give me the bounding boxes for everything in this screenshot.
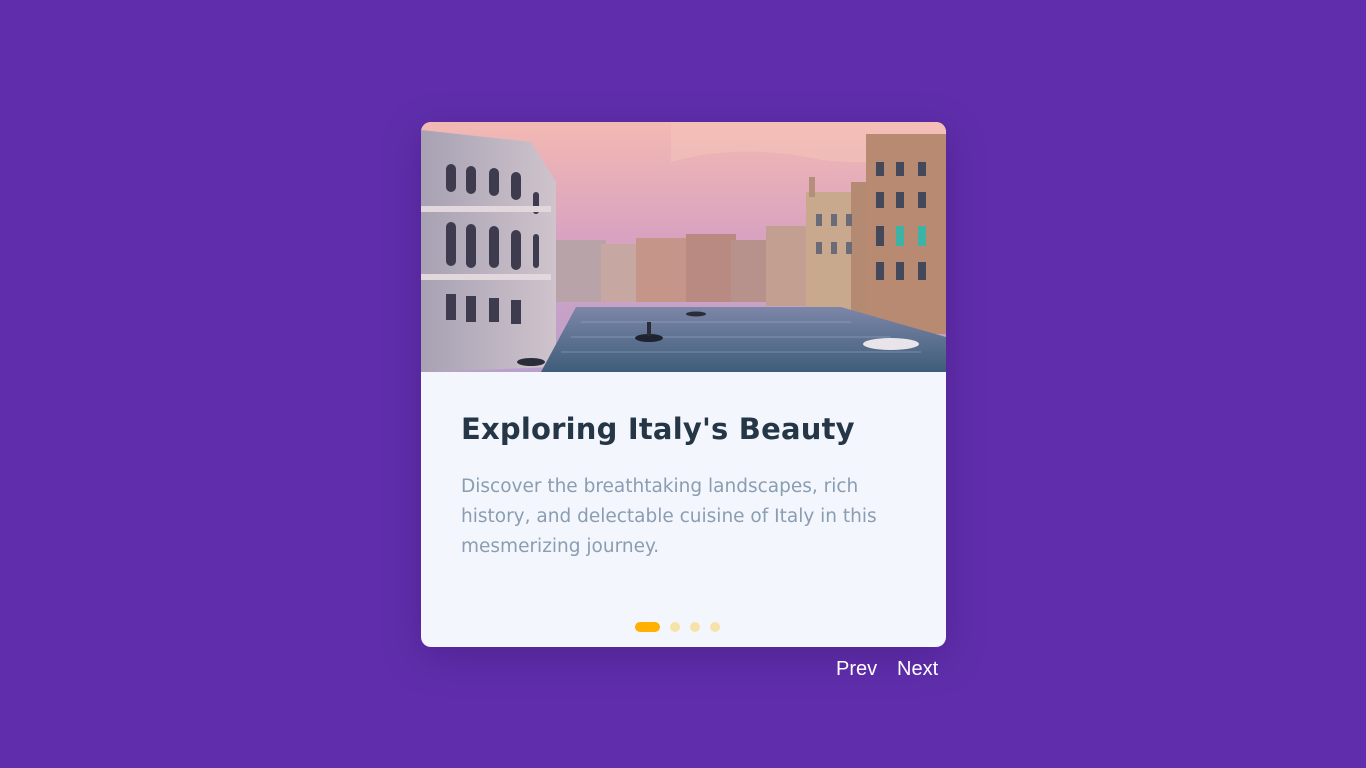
pagination-dot-2[interactable] bbox=[670, 622, 680, 632]
prev-button[interactable]: Prev bbox=[836, 656, 877, 682]
slide-title: Exploring Italy's Beauty bbox=[461, 412, 855, 446]
pagination-dot-4[interactable] bbox=[710, 622, 720, 632]
next-button[interactable]: Next bbox=[897, 656, 938, 682]
slider-card: Exploring Italy's Beauty Discover the br… bbox=[421, 122, 946, 647]
pagination-dot-1[interactable] bbox=[635, 622, 660, 632]
pagination-dots bbox=[635, 622, 720, 632]
slide-description: Discover the breathtaking landscapes, ri… bbox=[461, 476, 877, 557]
venice-canal-image bbox=[421, 122, 946, 372]
pagination-dot-3[interactable] bbox=[690, 622, 700, 632]
